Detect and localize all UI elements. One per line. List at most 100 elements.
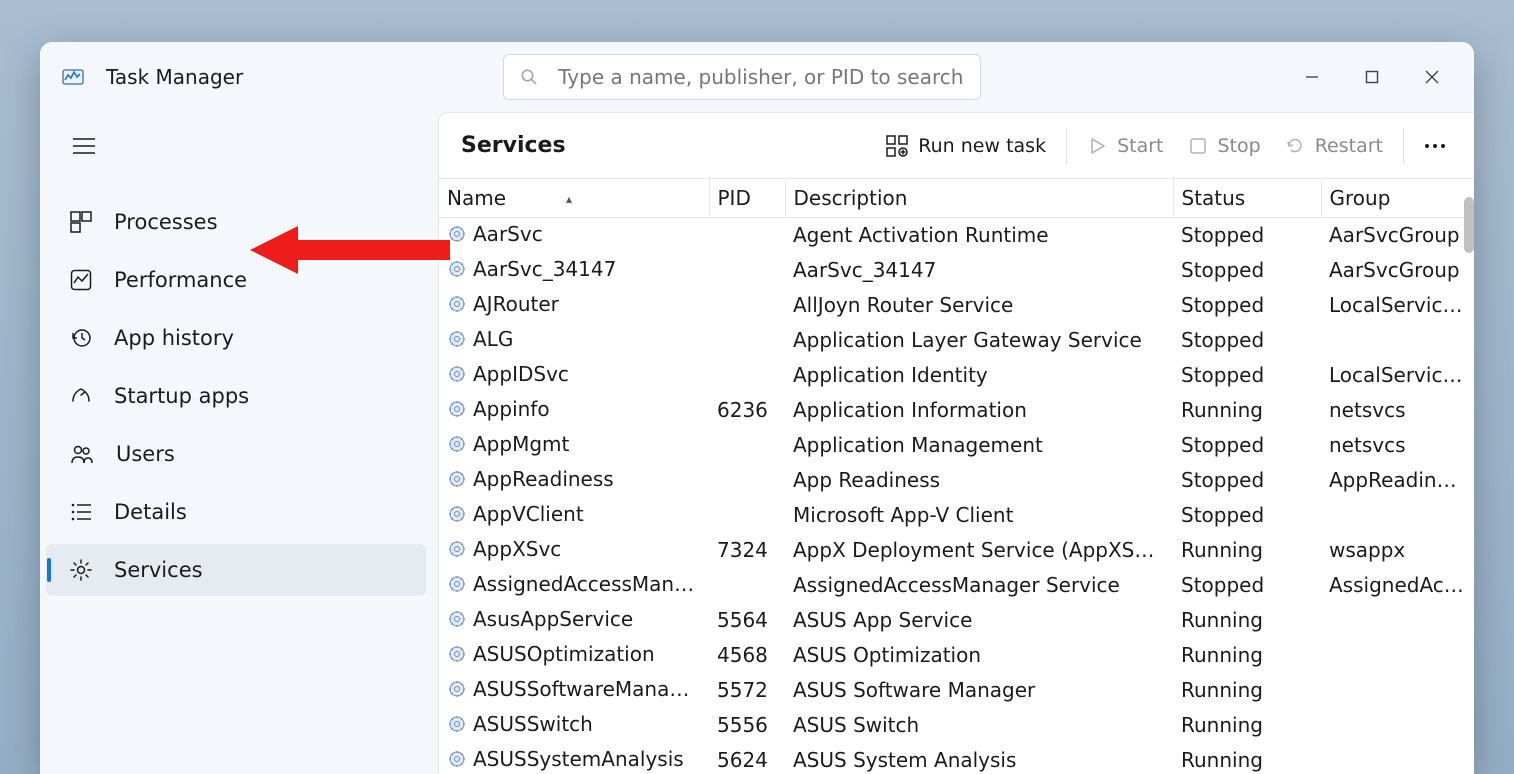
cell-status: Stopped bbox=[1173, 428, 1321, 463]
table-row[interactable]: ASUSOptimization4568ASUS OptimizationRun… bbox=[439, 638, 1474, 673]
service-gear-icon bbox=[447, 469, 467, 494]
sidebar-item-label: Services bbox=[114, 558, 203, 582]
table-row[interactable]: AssignedAccessManager...AssignedAccessMa… bbox=[439, 568, 1474, 603]
sidebar-item-startup-apps[interactable]: Startup apps bbox=[46, 370, 426, 422]
search-input[interactable] bbox=[558, 65, 964, 89]
cell-description: Microsoft App-V Client bbox=[785, 498, 1173, 533]
search-box[interactable] bbox=[503, 54, 981, 100]
sidebar-item-app-history[interactable]: App history bbox=[46, 312, 426, 364]
cell-group bbox=[1321, 603, 1474, 638]
more-button[interactable] bbox=[1412, 143, 1458, 149]
cell-status: Running bbox=[1173, 603, 1321, 638]
cell-pid: 4568 bbox=[709, 638, 785, 673]
cell-description: AllJoyn Router Service bbox=[785, 288, 1173, 323]
service-gear-icon bbox=[447, 749, 467, 774]
sidebar-item-users[interactable]: Users bbox=[46, 428, 426, 480]
restart-button[interactable]: Restart bbox=[1273, 126, 1395, 166]
search-container bbox=[503, 54, 981, 100]
cell-pid bbox=[709, 217, 785, 253]
toolbar-separator bbox=[1066, 128, 1067, 164]
table-row[interactable]: AJRouterAllJoyn Router ServiceStoppedLoc… bbox=[439, 288, 1474, 323]
cell-status: Running bbox=[1173, 393, 1321, 428]
cell-status: Stopped bbox=[1173, 463, 1321, 498]
history-icon bbox=[70, 327, 92, 349]
column-header-name[interactable]: Name▴ bbox=[439, 179, 709, 217]
table-row[interactable]: Appinfo6236Application InformationRunnin… bbox=[439, 393, 1474, 428]
sidebar-item-services[interactable]: Services bbox=[46, 544, 426, 596]
sidebar-item-processes[interactable]: Processes bbox=[46, 196, 426, 248]
stop-button[interactable]: Stop bbox=[1176, 126, 1273, 166]
column-header-status[interactable]: Status bbox=[1173, 179, 1321, 217]
service-gear-icon bbox=[447, 329, 467, 354]
table-row[interactable]: ALG Application Layer Gateway ServiceStop… bbox=[439, 323, 1474, 358]
service-gear-icon bbox=[447, 539, 467, 564]
cell-pid bbox=[709, 463, 785, 498]
cell-name: ALG bbox=[439, 323, 709, 358]
start-label: Start bbox=[1117, 135, 1163, 157]
cell-name: AppMgmt bbox=[439, 428, 709, 463]
table-row[interactable]: ASUSSystemAnalysis5624ASUS System Analys… bbox=[439, 743, 1474, 774]
sidebar-item-performance[interactable]: Performance bbox=[46, 254, 426, 306]
column-header-description[interactable]: Description bbox=[785, 179, 1173, 217]
hamburger-button[interactable] bbox=[60, 122, 108, 170]
cell-pid bbox=[709, 568, 785, 603]
run-new-task-button[interactable]: Run new task bbox=[874, 126, 1058, 166]
maximize-button[interactable] bbox=[1342, 55, 1402, 99]
cell-name: AssignedAccessManager... bbox=[439, 568, 709, 603]
cell-group: AarSvcGroup bbox=[1321, 217, 1474, 253]
cell-name: ASUSSoftwareManager bbox=[439, 673, 709, 708]
services-table-container[interactable]: Name▴ PID Description Status Group AarSv… bbox=[439, 179, 1474, 774]
table-row[interactable]: AppIDSvcApplication IdentityStoppedLocal… bbox=[439, 358, 1474, 393]
cell-pid: 5564 bbox=[709, 603, 785, 638]
table-row[interactable]: AsusAppService5564ASUS App ServiceRunnin… bbox=[439, 603, 1474, 638]
search-icon bbox=[520, 68, 538, 86]
cell-group: wsappx bbox=[1321, 533, 1474, 568]
services-icon bbox=[70, 559, 92, 581]
column-header-pid[interactable]: PID bbox=[709, 179, 785, 217]
cell-group bbox=[1321, 323, 1474, 358]
table-row[interactable]: ASUSSoftwareManager5572ASUS Software Man… bbox=[439, 673, 1474, 708]
table-row[interactable]: AppReadinessApp ReadinessStoppedAppReadi… bbox=[439, 463, 1474, 498]
column-header-group[interactable]: Group bbox=[1321, 179, 1474, 217]
cell-description: Application Layer Gateway Service bbox=[785, 323, 1173, 358]
service-gear-icon bbox=[447, 399, 467, 424]
cell-group: LocalServiceN... bbox=[1321, 288, 1474, 323]
cell-name: AJRouter bbox=[439, 288, 709, 323]
table-header-row: Name▴ PID Description Status Group bbox=[439, 179, 1474, 217]
cell-name: AarSvc_34147 bbox=[439, 253, 709, 288]
minimize-button[interactable] bbox=[1282, 55, 1342, 99]
sidebar-item-details[interactable]: Details bbox=[46, 486, 426, 538]
table-row[interactable]: ASUSSwitch5556ASUS SwitchRunning bbox=[439, 708, 1474, 743]
restart-icon bbox=[1285, 136, 1305, 156]
cell-name: Appinfo bbox=[439, 393, 709, 428]
cell-name: ASUSOptimization bbox=[439, 638, 709, 673]
start-button[interactable]: Start bbox=[1075, 126, 1175, 166]
cell-pid bbox=[709, 358, 785, 393]
cell-group bbox=[1321, 743, 1474, 774]
cell-description: Agent Activation Runtime bbox=[785, 217, 1173, 253]
close-button[interactable] bbox=[1402, 55, 1462, 99]
cell-status: Stopped bbox=[1173, 253, 1321, 288]
cell-pid bbox=[709, 288, 785, 323]
cell-status: Stopped bbox=[1173, 323, 1321, 358]
cell-status: Running bbox=[1173, 743, 1321, 774]
service-gear-icon bbox=[447, 574, 467, 599]
cell-group: AssignedAcce... bbox=[1321, 568, 1474, 603]
table-row[interactable]: AarSvc_34147AarSvc_34147StoppedAarSvcGro… bbox=[439, 253, 1474, 288]
page-title: Services bbox=[461, 133, 566, 158]
cell-status: Stopped bbox=[1173, 217, 1321, 253]
table-row[interactable]: AppVClientMicrosoft App-V ClientStopped bbox=[439, 498, 1474, 533]
service-gear-icon bbox=[447, 504, 467, 529]
cell-name: AsusAppService bbox=[439, 603, 709, 638]
table-row[interactable]: AppXSvc7324AppX Deployment Service (AppX… bbox=[439, 533, 1474, 568]
cell-name: AarSvc bbox=[439, 217, 709, 253]
table-row[interactable]: AppMgmtApplication ManagementStoppednets… bbox=[439, 428, 1474, 463]
cell-group: AarSvcGroup bbox=[1321, 253, 1474, 288]
sidebar-item-label: Performance bbox=[114, 268, 247, 292]
users-icon bbox=[70, 443, 94, 465]
scrollbar-thumb[interactable] bbox=[1464, 197, 1474, 253]
sidebar-item-label: Processes bbox=[114, 210, 218, 234]
service-gear-icon bbox=[447, 609, 467, 634]
table-row[interactable]: AarSvc Agent Activation RuntimeStoppedAar… bbox=[439, 217, 1474, 253]
cell-name: ASUSSystemAnalysis bbox=[439, 743, 709, 774]
